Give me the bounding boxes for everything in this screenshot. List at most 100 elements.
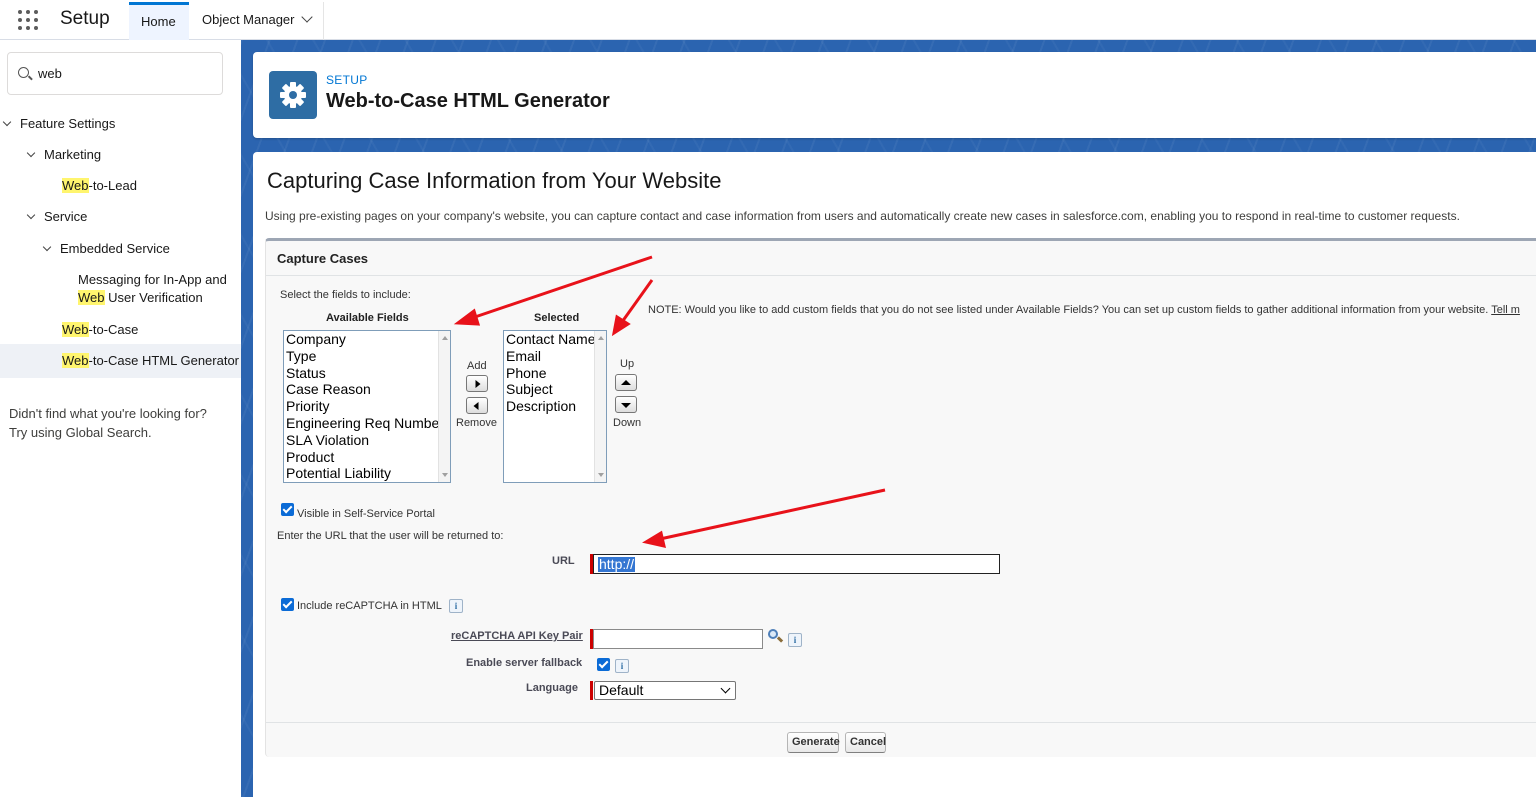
breadcrumb: SETUP: [326, 73, 368, 87]
capture-cases-section: Capture Cases Select the fields to inclu…: [265, 238, 1536, 757]
content-heading: Capturing Case Information from Your Web…: [267, 168, 722, 193]
nav-messaging-verification[interactable]: Messaging for In-App and Web User Verifi…: [78, 271, 227, 307]
nav-feature-settings[interactable]: Feature Settings: [2, 115, 116, 133]
nav-label: -to-Case: [88, 322, 139, 337]
server-fallback-checkbox[interactable]: [597, 658, 610, 671]
list-item[interactable]: Company: [284, 331, 450, 348]
list-item[interactable]: Case Reason: [284, 381, 450, 398]
intro-text: Using pre-existing pages on your company…: [265, 209, 1460, 223]
chevron-down-icon[interactable]: [42, 242, 52, 252]
arrow-left-icon: [473, 401, 479, 410]
nav-marketing[interactable]: Marketing: [26, 146, 101, 164]
visible-in-portal-checkbox[interactable]: [281, 503, 294, 516]
list-item[interactable]: Subject: [504, 381, 606, 398]
nav-web-to-case-html-generator[interactable]: Web-to-Case HTML Generator: [62, 352, 239, 370]
move-down-button[interactable]: [615, 396, 637, 413]
nav-web-to-case[interactable]: Web-to-Case: [62, 321, 138, 339]
lookup-icon[interactable]: [767, 628, 785, 644]
nav-label: Messaging for In-App and: [78, 272, 227, 287]
available-fields-label: Available Fields: [326, 312, 409, 324]
custom-fields-note: NOTE: Would you like to add custom field…: [648, 304, 1520, 316]
nav-label: Embedded Service: [60, 241, 170, 256]
visible-in-portal-label: Visible in Self-Service Portal: [297, 508, 435, 520]
language-select[interactable]: Default: [594, 681, 736, 700]
tab-object-manager[interactable]: Object Manager: [190, 2, 324, 40]
nav-label: Feature Settings: [20, 116, 116, 131]
chevron-down-icon[interactable]: [26, 148, 36, 158]
selected-fields-list[interactable]: Contact Name Email Phone Subject Descrip…: [503, 330, 607, 483]
arrow-down-icon: [621, 402, 631, 408]
include-recaptcha-checkbox[interactable]: [281, 598, 294, 611]
list-item[interactable]: Product: [284, 449, 450, 466]
setup-sidebar: Feature Settings Marketing Web-to-Lead S…: [0, 40, 241, 797]
search-highlight: Web: [62, 322, 89, 337]
info-icon[interactable]: i: [615, 659, 629, 673]
available-fields-list[interactable]: Company Type Status Case Reason Priority…: [283, 330, 451, 483]
list-item[interactable]: Status: [284, 365, 450, 382]
list-item[interactable]: Potential Liability: [284, 465, 450, 482]
search-highlight: Web: [62, 178, 89, 193]
scrollbar[interactable]: [594, 331, 606, 482]
add-button[interactable]: [466, 375, 488, 392]
quick-find-search[interactable]: [7, 52, 223, 95]
nav-service[interactable]: Service: [26, 208, 88, 226]
gear-icon: [269, 71, 317, 119]
nav-embedded-service[interactable]: Embedded Service: [42, 240, 170, 258]
content-panel: Capturing Case Information from Your Web…: [253, 152, 1536, 797]
tab-object-manager-label: Object Manager: [202, 12, 295, 27]
url-value: http://: [598, 556, 636, 572]
remove-button[interactable]: [466, 397, 488, 414]
list-item[interactable]: SLA Violation: [284, 432, 450, 449]
note-text: NOTE: Would you like to add custom field…: [648, 304, 1489, 316]
tab-home[interactable]: Home: [129, 2, 189, 40]
tell-me-more-link[interactable]: Tell m: [1491, 304, 1520, 316]
search-icon: [18, 67, 29, 78]
add-label: Add: [467, 360, 487, 372]
remove-label: Remove: [456, 417, 497, 429]
list-item[interactable]: Phone: [504, 365, 606, 382]
recaptcha-api-key-input[interactable]: [593, 629, 763, 649]
chevron-down-icon: [720, 683, 731, 694]
main-content-area: SETUP Web-to-Case HTML Generator Capturi…: [241, 40, 1536, 797]
nav-label: Service: [44, 209, 88, 224]
generate-button[interactable]: Generate: [787, 732, 840, 753]
page-header: SETUP Web-to-Case HTML Generator: [253, 52, 1536, 138]
server-fallback-label: Enable server fallback: [466, 657, 583, 669]
chevron-down-icon[interactable]: [26, 210, 36, 220]
divider: [266, 722, 1536, 723]
list-item[interactable]: Description: [504, 398, 606, 415]
list-item[interactable]: Priority: [284, 398, 450, 415]
include-recaptcha-label: Include reCAPTCHA in HTML: [297, 600, 442, 612]
app-launcher-icon[interactable]: [18, 10, 38, 30]
url-label: URL: [552, 555, 575, 567]
quick-find-input[interactable]: [38, 63, 208, 83]
list-item[interactable]: Engineering Req Number: [284, 415, 450, 432]
arrow-up-icon: [621, 379, 631, 385]
info-icon[interactable]: i: [449, 599, 463, 613]
selected-fields-label: Selected: [534, 312, 580, 324]
cancel-button[interactable]: Cancel: [845, 732, 886, 753]
required-indicator: [590, 681, 593, 700]
move-up-button[interactable]: [615, 374, 637, 391]
chevron-down-icon[interactable]: [300, 11, 313, 23]
info-icon[interactable]: i: [788, 633, 802, 647]
list-item[interactable]: Contact Name: [504, 331, 606, 348]
page-title: Web-to-Case HTML Generator: [326, 90, 610, 112]
global-search-hint: Didn't find what you're looking for? Try…: [9, 404, 207, 442]
list-item[interactable]: Type: [284, 348, 450, 365]
recaptcha-api-key-link[interactable]: reCAPTCHA API Key Pair: [451, 630, 583, 642]
nav-label: -to-Case HTML Generator: [88, 353, 240, 368]
search-highlight: Web: [78, 290, 105, 305]
nav-web-to-lead[interactable]: Web-to-Lead: [62, 177, 137, 195]
url-input[interactable]: http://: [593, 554, 1000, 574]
help-line: Didn't find what you're looking for?: [9, 406, 207, 421]
scrollbar[interactable]: [438, 331, 450, 482]
nav-label: -to-Lead: [88, 178, 137, 193]
chevron-down-icon[interactable]: [2, 117, 12, 127]
search-highlight: Web: [62, 353, 89, 368]
down-label: Down: [613, 417, 642, 429]
nav-label: User Verification: [104, 290, 203, 305]
select-fields-prompt: Select the fields to include:: [280, 289, 411, 301]
app-title: Setup: [60, 8, 110, 29]
list-item[interactable]: Email: [504, 348, 606, 365]
